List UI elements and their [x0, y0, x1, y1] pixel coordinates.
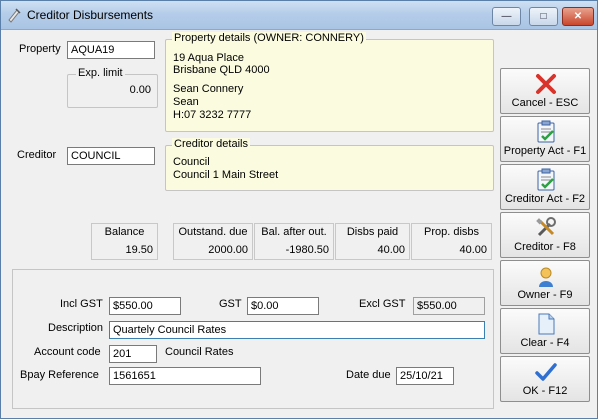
property-act-button[interactable]: Property Act - F1	[500, 116, 590, 162]
title-bar[interactable]: Creditor Disbursements — □ ✕	[1, 1, 597, 30]
stat-value: 19.50	[125, 244, 153, 256]
exp-limit-value: 0.00	[129, 84, 151, 96]
stat-label: Balance	[104, 226, 145, 238]
maximize-button[interactable]: □	[529, 7, 558, 26]
creditor-act-button-label: Creditor Act - F2	[504, 193, 586, 205]
date-due-input[interactable]: 25/10/21	[396, 367, 454, 385]
clipboard-check-icon	[537, 168, 555, 191]
window-title: Creditor Disbursements	[27, 8, 154, 22]
stat-label: Prop. disbs	[423, 226, 480, 238]
disbursements-paid-stat: Disbs paid 40.00	[335, 223, 410, 260]
tools-icon	[536, 217, 556, 237]
stat-value: -1980.50	[285, 244, 329, 256]
maximize-icon: □	[540, 11, 547, 22]
clipboard-check-icon	[537, 120, 555, 143]
minimize-icon: —	[501, 11, 512, 22]
payment-form-panel: Incl GST $550.00 GST $0.00 Excl GST $550…	[12, 269, 494, 409]
stat-label: Outstand. due	[178, 226, 248, 238]
exp-limit-group: Exp. limit 0.00	[67, 67, 158, 108]
stat-value: 40.00	[459, 244, 487, 256]
excl-gst-label: Excl GST	[359, 298, 406, 310]
stat-value: 40.00	[377, 244, 405, 256]
creditor-details-panel: Creditor details Council Council 1 Main …	[165, 138, 494, 191]
creditor-input[interactable]: COUNCIL	[67, 147, 155, 165]
ok-button[interactable]: OK - F12	[500, 356, 590, 402]
balance-stat: Balance 19.50	[91, 223, 158, 260]
creditor-act-button[interactable]: Creditor Act - F2	[500, 164, 590, 210]
account-code-input[interactable]: 201	[109, 345, 157, 363]
creditor-button-label: Creditor - F8	[514, 241, 576, 253]
stat-label: Disbs paid	[346, 226, 399, 238]
gst-input[interactable]: $0.00	[247, 297, 319, 315]
property-details-line: Sean Connery	[173, 83, 244, 95]
property-input[interactable]: AQUA19	[67, 41, 155, 59]
account-code-label: Account code	[34, 346, 101, 358]
excl-gst-field: $550.00	[413, 297, 485, 315]
creditor-disbursements-window: Creditor Disbursements — □ ✕ Property AQ…	[0, 0, 598, 419]
account-name: Council Rates	[165, 346, 234, 358]
property-label: Property	[19, 43, 61, 55]
creditor-details-line: Council 1 Main Street	[173, 169, 279, 181]
exp-limit-label: Exp. limit	[76, 67, 125, 79]
outstanding-due-stat: Outstand. due 2000.00	[173, 223, 253, 260]
property-details-panel: Property details (OWNER: CONNERY) 19 Aqu…	[165, 32, 494, 132]
owner-button-label: Owner - F9	[517, 289, 573, 301]
property-disbursements-stat: Prop. disbs 40.00	[411, 223, 492, 260]
close-icon: ✕	[573, 11, 583, 22]
minimize-button[interactable]: —	[492, 7, 521, 26]
bpay-reference-input[interactable]: 1561651	[109, 367, 261, 385]
balance-after-outstanding-stat: Bal. after out. -1980.50	[254, 223, 334, 260]
description-input[interactable]: Quartely Council Rates	[109, 321, 485, 339]
gst-label: GST	[219, 298, 242, 310]
cancel-button-label: Cancel - ESC	[511, 97, 579, 109]
property-details-line: 19 Aqua Place	[173, 52, 244, 64]
blank-document-icon	[538, 313, 555, 335]
creditor-button[interactable]: Creditor - F8	[500, 212, 590, 258]
creditor-details-legend: Creditor details	[172, 138, 250, 150]
property-details-legend: Property details (OWNER: CONNERY)	[172, 32, 366, 44]
checkmark-icon	[535, 363, 557, 381]
property-details-line: H:07 3232 7777	[173, 109, 252, 121]
cancel-button[interactable]: Cancel - ESC	[500, 68, 590, 114]
creditor-label: Creditor	[17, 149, 57, 161]
incl-gst-input[interactable]: $550.00	[109, 297, 181, 315]
person-icon	[539, 267, 553, 287]
owner-button[interactable]: Owner - F9	[500, 260, 590, 306]
app-icon	[8, 8, 21, 23]
close-button[interactable]: ✕	[562, 7, 594, 26]
bpay-reference-label: Bpay Reference	[20, 369, 99, 381]
incl-gst-label: Incl GST	[60, 298, 103, 310]
dialog-body: Property AQUA19 Exp. limit 0.00 Property…	[7, 31, 592, 412]
clear-button-label: Clear - F4	[520, 337, 570, 349]
red-x-icon	[536, 74, 556, 94]
property-details-line: Brisbane QLD 4000	[173, 64, 270, 76]
date-due-label: Date due	[346, 369, 391, 381]
description-label: Description	[48, 322, 104, 334]
property-act-button-label: Property Act - F1	[503, 145, 587, 157]
ok-button-label: OK - F12	[522, 385, 568, 397]
clear-button[interactable]: Clear - F4	[500, 308, 590, 354]
creditor-details-line: Council	[173, 156, 210, 168]
stat-value: 2000.00	[208, 244, 248, 256]
stat-label: Bal. after out.	[261, 226, 327, 238]
property-details-line: Sean	[173, 96, 199, 108]
